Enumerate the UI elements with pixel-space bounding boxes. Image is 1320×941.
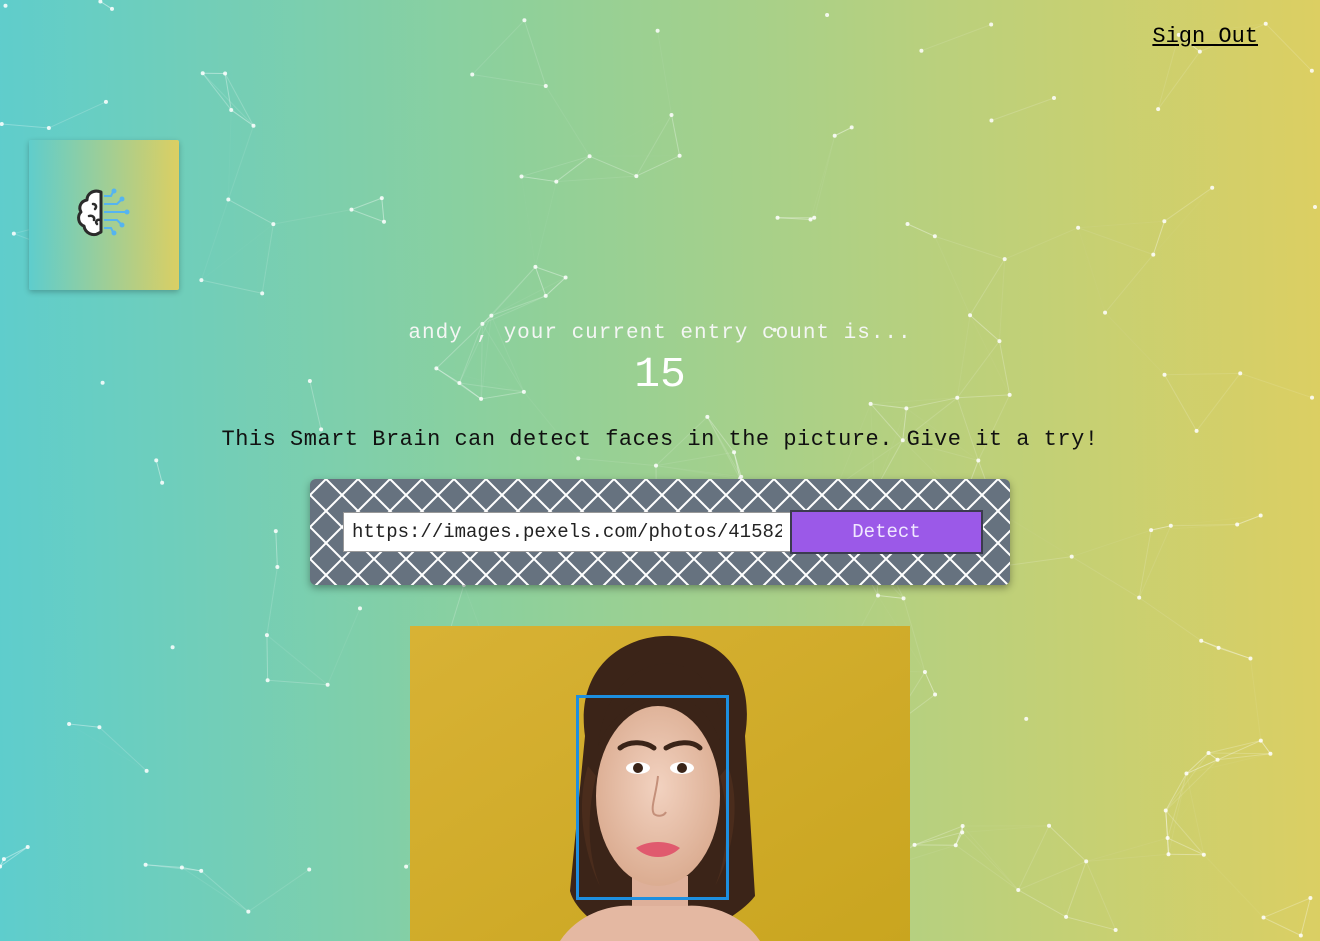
rank-message: andy , your current entry count is... (408, 322, 912, 345)
sign-out-link[interactable]: Sign Out (1152, 24, 1258, 49)
logo-card (29, 140, 179, 290)
entry-count: 15 (634, 350, 686, 399)
image-url-input[interactable] (343, 512, 791, 552)
image-link-form: Detect (310, 479, 1010, 585)
detect-button[interactable]: Detect (790, 510, 983, 554)
instruction-text: This Smart Brain can detect faces in the… (221, 427, 1099, 452)
face-image (410, 626, 910, 941)
brain-circuit-icon (77, 188, 130, 237)
face-bounding-box (576, 695, 729, 900)
